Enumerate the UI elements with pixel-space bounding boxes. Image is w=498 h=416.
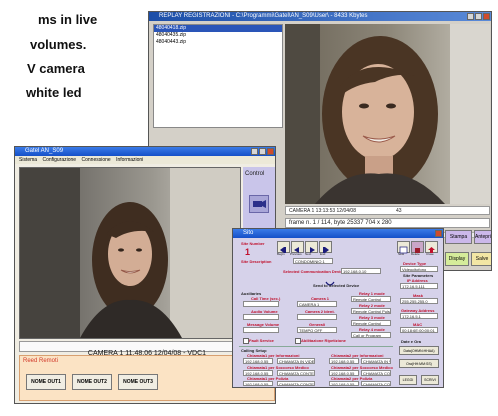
replay-status-value: 43 <box>396 208 402 214</box>
site-title: Sito <box>243 230 254 236</box>
output-3-button[interactable]: NOME OUT3 <box>118 374 158 390</box>
live-video-image <box>20 168 240 338</box>
maximize-button[interactable] <box>259 148 266 155</box>
message-volume-field[interactable] <box>243 327 279 333</box>
call-right-mode-1[interactable]: CHIAMATA IN VIDEOCONFERENZA <box>361 358 391 364</box>
nav-begin-label: Begin <box>277 252 285 256</box>
nav-end-label: End <box>320 252 326 256</box>
file-list[interactable]: 48040418.zip 48040435.zip 48040443.zip <box>153 24 283 128</box>
send-label: Send to Selected Device <box>313 283 360 288</box>
menu-item-sistema[interactable]: Sistema <box>19 157 37 163</box>
date-label: Date e Ora <box>401 339 422 344</box>
menu-bar: Sistema Configurazione Connessione Infor… <box>15 156 275 164</box>
device-type-select[interactable]: Videocitofono <box>400 266 438 272</box>
site-window: Sito Site Number 1 Begin Previous Next E… <box>232 228 444 388</box>
section-divider <box>239 346 393 347</box>
replay-video-frame <box>285 24 490 204</box>
set-time-button[interactable]: Ora(HH:MM:SS) <box>399 359 439 368</box>
site-number: 1 <box>245 247 251 257</box>
close-button[interactable] <box>435 230 442 237</box>
call-right-number-3[interactable]: 192.168.0.55 <box>329 381 359 386</box>
caption-line-4: white led <box>26 85 82 100</box>
site-description-label: Site Description <box>241 259 272 264</box>
call-left-mode-1[interactable]: CHIAMATA IN VIDEOCONFERENZA <box>277 358 315 364</box>
close-button[interactable] <box>483 13 490 20</box>
call-left-number-1[interactable]: 192.168.0.55 <box>243 358 273 364</box>
gateway-field[interactable]: 172.16.5.1 <box>400 313 438 319</box>
camera1-field[interactable]: CAMERA 1 <box>297 301 337 307</box>
mac-field[interactable]: 00:18:6E:00:00:01 <box>400 327 438 333</box>
send-button[interactable] <box>325 275 335 286</box>
camera-control-button[interactable] <box>249 195 269 213</box>
nav-next-label: Next <box>305 252 312 256</box>
mask-field[interactable]: 255.255.255.0 <box>400 298 438 304</box>
menu-item-connessione[interactable]: Connessione <box>81 157 110 163</box>
menu-item-informazioni[interactable]: Informazioni <box>116 157 143 163</box>
file-item[interactable]: 48040443.zip <box>154 39 282 46</box>
relay1-select[interactable]: Remote Control <box>351 296 391 302</box>
relay2-select[interactable]: Remote Control Pulse <box>351 308 391 314</box>
menu-item-configurazione[interactable]: Configurazione <box>42 157 76 163</box>
new-label: New <box>398 252 405 256</box>
replay-titlebar: REPLAY REGISTRAZIONI - C:\Programmi\Gate… <box>149 12 491 21</box>
main-titlebar: Gatel AN_S09 <box>15 147 275 156</box>
call-left-mode-3[interactable]: CHIAMATA CONTEMPORANEA <box>277 381 315 386</box>
caption-line-3: V camera <box>27 61 85 76</box>
file-item[interactable]: 48040418.zip <box>154 25 282 32</box>
control-label: Control <box>245 171 265 177</box>
selected-comm-label: Selected Communication Device <box>283 269 345 274</box>
site-number-label: Site Number <box>241 241 265 246</box>
nav-previous-label: Previous <box>290 252 302 256</box>
audio-volume-field[interactable] <box>243 314 279 320</box>
call-left-number-3[interactable]: 192.168.0.55 <box>243 381 273 386</box>
file-item[interactable]: 48040435.zip <box>154 32 282 39</box>
reed-label: Reed Remoti <box>23 358 59 364</box>
call-time-field[interactable] <box>243 301 279 307</box>
camera-icon <box>253 200 266 208</box>
output-2-button[interactable]: NOME OUT2 <box>72 374 112 390</box>
replay-status-bar: CAMERA 1 13:13:53 12/04/08 43 <box>285 206 490 215</box>
set-date-button[interactable]: Data(OHMN:HHAA) <box>399 346 439 355</box>
main-title: Gatel AN_S09 <box>25 148 64 154</box>
relay4-select[interactable]: Call or Program <box>351 332 391 338</box>
call-right-number-1[interactable]: 192.168.0.55 <box>329 358 359 364</box>
close-button[interactable] <box>267 148 274 155</box>
output-1-button[interactable]: NOME OUT1 <box>26 374 66 390</box>
preview-button[interactable]: Anteprim <box>474 230 491 244</box>
maximize-button[interactable] <box>475 13 482 20</box>
delete-label: Delete <box>411 252 420 256</box>
display-button[interactable]: Display <box>445 252 469 266</box>
live-video-frame <box>19 167 241 339</box>
print-button[interactable]: Stampa <box>445 230 472 244</box>
write-button[interactable]: SCRIVI <box>421 375 439 385</box>
site-description-field[interactable]: CONDOMINIO 1 <box>293 258 333 264</box>
call-right-mode-3[interactable]: CHIAMATA CONTEMPORANEA <box>361 381 391 386</box>
frame-info: frame n. 1 / 114, byte 25337 704 x 280 <box>289 220 392 226</box>
minimize-button[interactable] <box>467 13 474 20</box>
caption-line-1: ms in live <box>38 12 98 27</box>
replay-status-text: CAMERA 1 13:13:53 12/04/08 <box>289 208 356 214</box>
selected-comm-field[interactable]: 192.168.0.10 <box>341 268 381 274</box>
frame-info-bar: frame n. 1 / 114, byte 25337 704 x 280 <box>285 218 490 228</box>
caption-line-2: volumes. <box>30 37 87 52</box>
save-button[interactable]: Salve <box>471 252 491 266</box>
replay-video-image <box>285 24 490 204</box>
site-titlebar: Sito <box>233 229 443 238</box>
replay-title: REPLAY REGISTRAZIONI - C:\Programmi\Gate… <box>159 13 368 19</box>
read-button[interactable]: LEGGI <box>399 375 417 385</box>
generali-field[interactable]: TEMPO OFF <box>297 327 337 333</box>
fault-label: Fault Service <box>249 338 274 343</box>
alarm-label: Abilitazione Ripetizione <box>301 338 346 343</box>
camera2-field[interactable] <box>297 314 337 320</box>
close-label: Close <box>426 252 434 256</box>
ip-field[interactable]: 172.16.5.111 <box>400 283 438 289</box>
relay3-select[interactable]: Remote Control <box>351 320 391 326</box>
minimize-button[interactable] <box>251 148 258 155</box>
